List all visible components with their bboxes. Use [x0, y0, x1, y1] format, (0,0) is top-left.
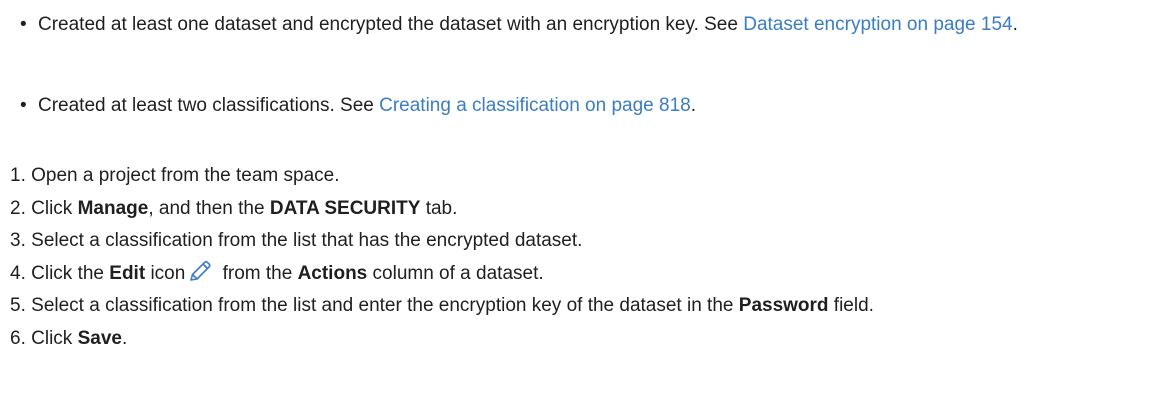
step-text: column of a dataset. [367, 262, 544, 284]
prerequisite-text-end: . [1012, 14, 1018, 35]
step-number: 1. [10, 165, 26, 186]
ui-term-actions: Actions [297, 262, 368, 284]
step-text: from the [217, 262, 298, 284]
prerequisite-text: Created at least two classifications. Se… [38, 95, 380, 116]
step-text: . [121, 327, 128, 349]
step-3: 3. Select a classification from the list… [0, 225, 874, 258]
prerequisite-item: • Created at least one dataset and encry… [0, 7, 1159, 42]
prerequisite-text-end: . [690, 95, 696, 116]
step-1: 1. Open a project from the team space. [0, 160, 874, 193]
step-text: Open a project from the team space. [31, 165, 340, 186]
ui-term-manage: Manage [77, 197, 149, 219]
prerequisite-text: Created at least one dataset and encrypt… [38, 14, 744, 35]
step-number: 5. [10, 295, 26, 316]
step-text: Click the [31, 262, 110, 284]
ui-term-save: Save [77, 327, 122, 349]
ui-term-password: Password [738, 295, 829, 316]
step-text: icon [145, 262, 186, 284]
step-text: field. [828, 295, 874, 316]
step-text: Select a classification from the list th… [31, 230, 583, 251]
step-number: 6. [10, 327, 26, 349]
procedure-steps: 1. Open a project from the team space. 2… [0, 160, 874, 355]
step-text: , and then the [148, 197, 270, 219]
step-2: 2. Click Manage, and then the DATA SECUR… [0, 193, 874, 226]
link-creating-classification[interactable]: Creating a classification on page 818 [379, 95, 691, 116]
step-6: 6. Click Save. [0, 323, 874, 356]
ui-term-edit: Edit [109, 262, 146, 284]
link-dataset-encryption[interactable]: Dataset encryption on page 154 [743, 14, 1012, 35]
document-page: • Created at least one dataset and encry… [0, 0, 1159, 394]
step-4: 4. Click the Edit icon from the Actions … [0, 258, 874, 291]
bullet-dot: • [20, 14, 27, 35]
step-text: Click [31, 327, 78, 349]
step-number: 3. [10, 230, 26, 251]
prerequisite-item: • Created at least two classifications. … [0, 88, 1159, 123]
step-number: 2. [10, 197, 26, 219]
step-text: Select a classification from the list an… [31, 295, 739, 316]
step-5: 5. Select a classification from the list… [0, 290, 874, 323]
bullet-dot: • [20, 95, 27, 116]
step-text: Click [31, 197, 78, 219]
ui-term-data-security: DATA SECURITY [269, 197, 421, 219]
step-text: tab. [420, 197, 458, 219]
pencil-icon [190, 260, 211, 281]
step-number: 4. [10, 262, 26, 284]
